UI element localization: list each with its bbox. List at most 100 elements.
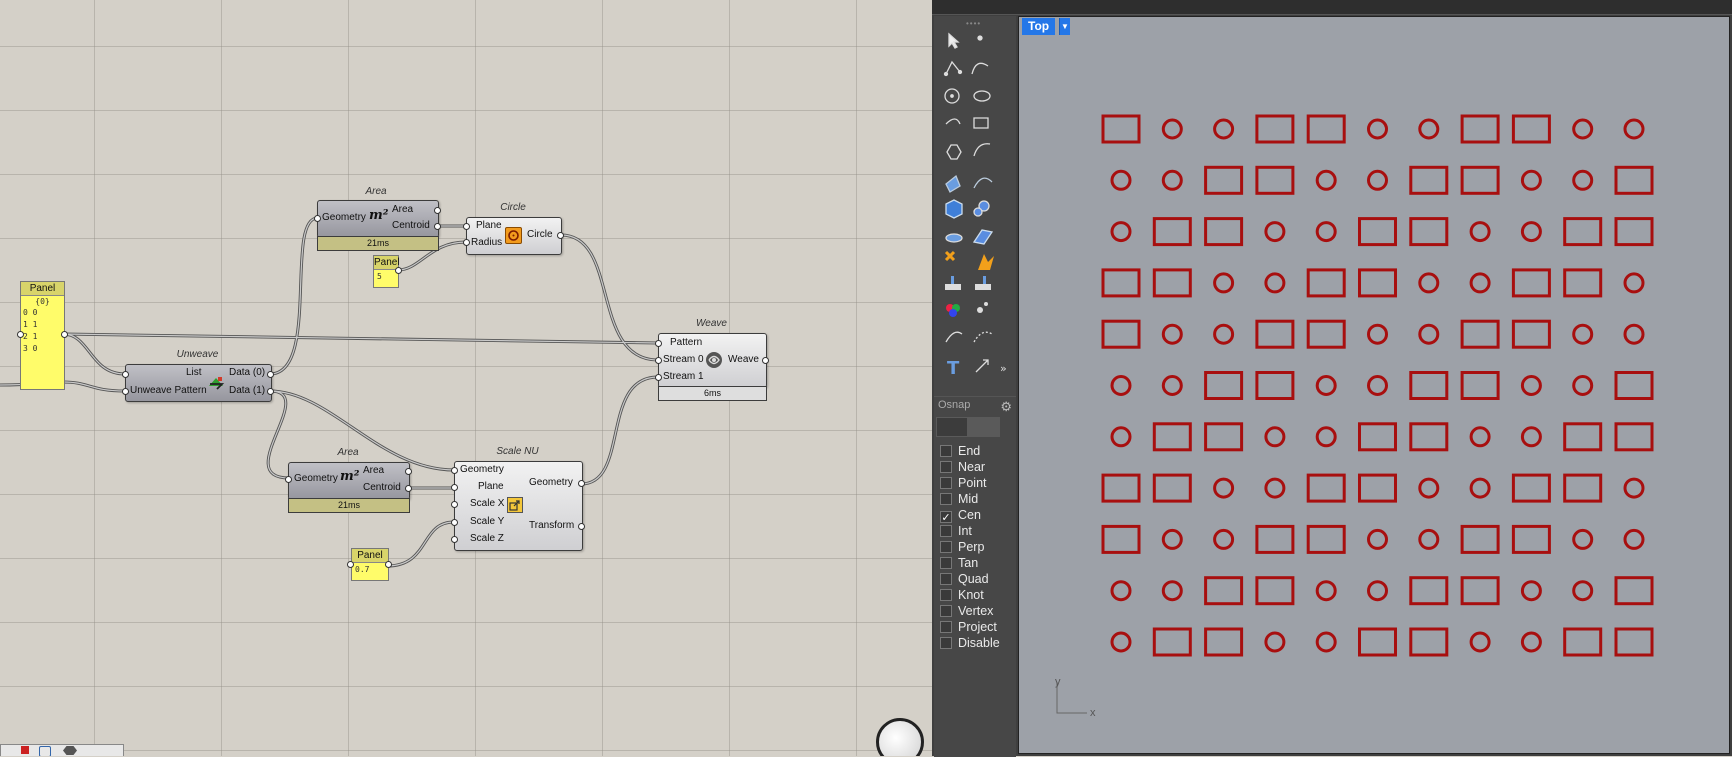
circle-shape[interactable] (1520, 631, 1542, 653)
input-port[interactable] (463, 239, 470, 246)
rectangle-shape[interactable] (1204, 422, 1244, 452)
input-port[interactable] (451, 467, 458, 474)
rectangle-shape[interactable] (1101, 268, 1141, 298)
rectangle-shape[interactable] (1460, 524, 1500, 554)
rectangle-shape[interactable] (1101, 473, 1141, 503)
osnap-item-end[interactable]: End (940, 443, 980, 459)
rectangle-shape[interactable] (1255, 114, 1295, 144)
circle-shape[interactable] (1623, 528, 1645, 550)
circle-shape[interactable] (1469, 221, 1491, 243)
rectangle-shape[interactable] (1204, 165, 1244, 195)
rectangle-shape[interactable] (1255, 165, 1295, 195)
input-port[interactable] (655, 357, 662, 364)
rectangle-shape[interactable] (1511, 268, 1551, 298)
rectangle-shape[interactable] (1152, 422, 1192, 452)
rectangle-shape[interactable] (1255, 576, 1295, 606)
widget-icon[interactable] (21, 746, 29, 754)
rectangle-shape[interactable] (1614, 422, 1654, 452)
rectangle-shape[interactable] (1511, 319, 1551, 349)
circle-shape[interactable] (1213, 323, 1235, 345)
input-port[interactable] (451, 536, 458, 543)
rectangle-shape[interactable] (1306, 114, 1346, 144)
rectangle-shape[interactable] (1460, 319, 1500, 349)
circle-shape[interactable] (1367, 580, 1388, 602)
circle-shape[interactable] (1623, 477, 1645, 499)
rectangle-shape[interactable] (1409, 165, 1449, 195)
osnap-item-project[interactable]: Project (940, 619, 997, 635)
output-port[interactable] (405, 485, 412, 492)
circle-shape[interactable] (1315, 221, 1337, 243)
output-port[interactable] (434, 207, 441, 214)
rectangle-shape[interactable] (1358, 217, 1397, 247)
rectangle-shape[interactable] (1204, 217, 1244, 247)
osnap-tab-options[interactable] (968, 417, 1000, 437)
osnap-item-tan[interactable]: Tan (940, 555, 978, 571)
circle-shape[interactable] (1572, 580, 1594, 602)
circle-shape[interactable] (1418, 528, 1440, 550)
circle-shape[interactable] (1315, 426, 1337, 448)
circle-shape[interactable] (1213, 118, 1235, 140)
rectangle-shape[interactable] (1255, 371, 1295, 400)
rectangle-shape[interactable] (1409, 371, 1449, 400)
input-port[interactable] (122, 371, 129, 378)
rectangle-shape[interactable] (1614, 165, 1654, 195)
circle-shape[interactable] (1161, 528, 1183, 550)
input-port[interactable] (655, 374, 662, 381)
circle-shape[interactable] (1161, 323, 1183, 345)
rectangle-shape[interactable] (1152, 217, 1192, 247)
output-port[interactable] (578, 523, 585, 530)
output-port[interactable] (267, 388, 274, 395)
rectangle-shape[interactable] (1152, 268, 1192, 298)
circle-shape[interactable] (1110, 221, 1132, 243)
rectangle-shape[interactable] (1255, 524, 1295, 554)
osnap-checkbox[interactable] (940, 461, 952, 473)
circle-shape[interactable] (1315, 580, 1337, 602)
input-port[interactable] (451, 484, 458, 491)
rectangle-shape[interactable] (1563, 422, 1603, 452)
rectangle-shape[interactable] (1409, 217, 1449, 247)
rectangle-shape[interactable] (1460, 114, 1500, 144)
rectangle-shape[interactable] (1306, 319, 1346, 349)
tool-icons[interactable]: T » (934, 16, 1016, 396)
rectangle-shape[interactable] (1358, 627, 1397, 657)
osnap-checkbox[interactable] (940, 525, 952, 537)
input-port[interactable] (122, 388, 129, 395)
rectangle-shape[interactable] (1563, 217, 1603, 247)
rectangle-shape[interactable] (1614, 576, 1654, 606)
osnap-checkbox[interactable] (940, 445, 952, 457)
osnap-checkbox[interactable] (940, 541, 952, 553)
circle-shape[interactable] (1418, 118, 1440, 140)
circle-shape[interactable] (1572, 528, 1594, 550)
rectangle-shape[interactable] (1614, 371, 1654, 400)
top-viewport[interactable]: Top ▼ y x (1018, 16, 1730, 754)
circle-shape[interactable] (1520, 375, 1542, 396)
osnap-item-disable[interactable]: Disable (940, 635, 1000, 651)
rectangle-shape[interactable] (1563, 627, 1603, 657)
viewport-dropdown-icon[interactable]: ▼ (1059, 18, 1070, 35)
input-port[interactable] (655, 340, 662, 347)
osnap-checkbox[interactable] (940, 621, 952, 633)
input-port[interactable] (451, 501, 458, 508)
osnap-item-cen[interactable]: ✓ Cen (940, 507, 981, 524)
input-port[interactable] (285, 476, 292, 483)
osnap-checkbox[interactable] (940, 477, 952, 489)
circle-shape[interactable] (1418, 272, 1440, 294)
panel-scale[interactable]: Panel 0.7 (351, 548, 389, 581)
output-port[interactable] (405, 468, 412, 475)
osnap-item-point[interactable]: Point (940, 475, 987, 491)
circle-shape[interactable] (1264, 477, 1286, 499)
circle-shape[interactable] (1367, 169, 1388, 191)
rectangle-shape[interactable] (1511, 473, 1551, 503)
widget-icon[interactable] (39, 746, 51, 756)
circle-shape[interactable] (1623, 118, 1645, 140)
osnap-item-perp[interactable]: Perp (940, 539, 984, 555)
osnap-item-int[interactable]: Int (940, 523, 972, 539)
circle-shape[interactable] (1264, 221, 1286, 243)
circle-shape[interactable] (1315, 375, 1337, 396)
output-port[interactable] (578, 480, 585, 487)
circle-shape[interactable] (1315, 631, 1337, 653)
circle-shape[interactable] (1520, 426, 1542, 448)
circle-shape[interactable] (1418, 323, 1440, 345)
circle-shape[interactable] (1110, 375, 1132, 396)
rectangle-shape[interactable] (1511, 524, 1551, 554)
